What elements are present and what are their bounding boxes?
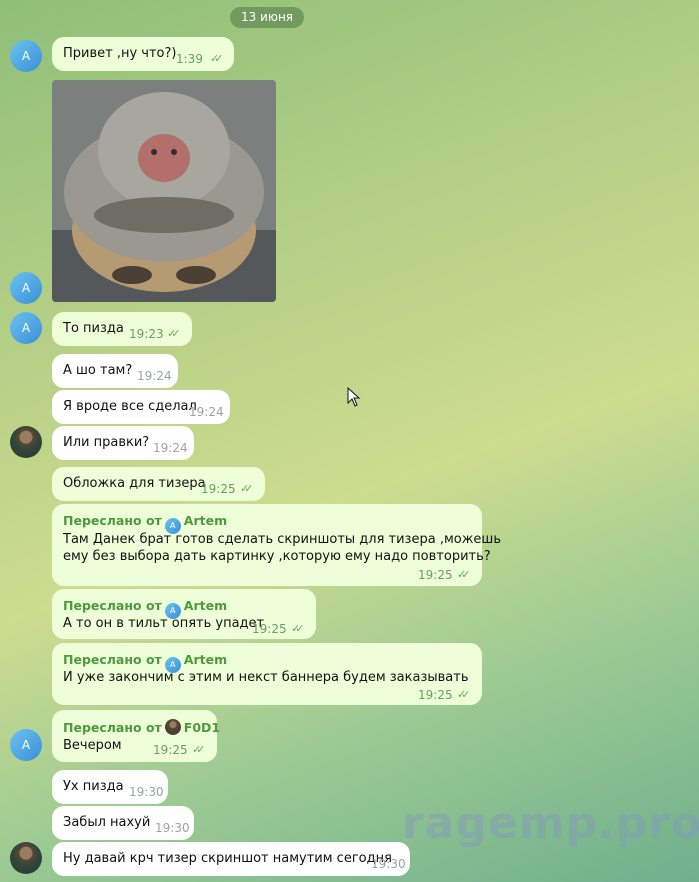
message-bubble[interactable]: Ух пизда 19:30 (52, 770, 168, 804)
message-bubble[interactable]: А шо там? 19:24 (52, 354, 178, 388)
message-text: Забыл нахуй (63, 815, 151, 830)
read-check-icon: ✓✓ (210, 52, 224, 65)
message-text: Я вроде все сделал (63, 399, 197, 414)
forwarded-label: Переслано от (63, 652, 162, 667)
forwarded-message-bubble[interactable]: Переслано от A Artem И уже закончим с этим… (52, 643, 482, 705)
message-text: Ух пизда (63, 779, 124, 794)
date-separator: 13 июня (230, 7, 304, 28)
read-check-icon: ✓✓ (457, 568, 471, 581)
avatar[interactable] (10, 426, 42, 458)
forwarded-avatar (164, 719, 181, 735)
message-time: 19:25 (418, 688, 453, 702)
forwarded-message-bubble[interactable]: Переслано от A Artem А то он в тильт опять… (52, 589, 316, 639)
forwarded-header[interactable]: Переслано от A Artem (63, 513, 227, 534)
read-check-icon: ✓✓ (291, 622, 305, 635)
message-text: Ну давай крч тизер скриншот намутим сего… (63, 851, 392, 866)
message-bubble[interactable]: Я вроде все сделал 19:24 (52, 390, 230, 424)
message-text: Обложка для тизера (63, 476, 206, 491)
avatar[interactable]: A (10, 272, 42, 304)
message-text: И уже закончим с этим и некст баннера бу… (63, 670, 469, 685)
message-time: 19:23 (129, 327, 164, 341)
message-text: Там Данек брат готов сделать скриншоты д… (63, 532, 501, 547)
message-time: 19:30 (155, 821, 190, 835)
message-bubble[interactable]: Обложка для тизера 19:25 ✓✓ (52, 467, 265, 501)
watermark: ragemp.pro (402, 798, 699, 849)
forwarded-header[interactable]: Переслано от F0D1 (63, 719, 220, 735)
monkey-photo (52, 80, 276, 302)
avatar[interactable]: A (10, 312, 42, 344)
read-check-icon: ✓✓ (167, 327, 181, 340)
message-text: Вечером (63, 738, 122, 753)
forwarded-name[interactable]: Artem (184, 513, 227, 528)
message-bubble[interactable]: Ну давай крч тизер скриншот намутим сего… (52, 842, 410, 876)
avatar[interactable]: A (10, 40, 42, 72)
forwarded-name[interactable]: Artem (184, 652, 227, 667)
message-bubble[interactable]: Привет ,ну что?) 1:39 ✓✓ (52, 37, 234, 71)
read-check-icon: ✓✓ (457, 688, 471, 701)
forwarded-name[interactable]: F0D1 (184, 720, 220, 735)
forwarded-name[interactable]: Artem (184, 598, 227, 613)
photo-message[interactable] (52, 80, 276, 302)
forwarded-message-bubble[interactable]: Переслано от A Artem Там Данек брат готов … (52, 504, 501, 586)
message-text: А шо там? (63, 363, 133, 378)
message-time: 19:25 (153, 743, 188, 757)
forwarded-label: Переслано от (63, 720, 162, 735)
message-time: 19:25 (252, 622, 287, 636)
message-text: То пизда (63, 321, 124, 336)
message-time: 19:25 (201, 482, 236, 496)
message-text: ему без выбора дать картинку ,которую ем… (63, 549, 491, 564)
message-bubble[interactable]: То пизда 19:23 ✓✓ (52, 312, 192, 346)
message-text: А то он в тильт опять упадет (63, 616, 265, 631)
read-check-icon: ✓✓ (192, 743, 206, 756)
message-time: 19:30 (371, 857, 406, 871)
read-check-icon: ✓✓ (240, 482, 254, 495)
message-time: 19:24 (137, 369, 172, 383)
message-text: Или правки? (63, 435, 150, 450)
avatar[interactable]: A (10, 729, 42, 761)
message-time: 19:24 (153, 441, 188, 455)
message-time: 1:39 (176, 52, 203, 66)
forwarded-label: Переслано от (63, 598, 162, 613)
message-time: 19:25 (418, 568, 453, 582)
message-bubble[interactable]: Забыл нахуй 19:30 (52, 806, 194, 840)
mouse-cursor-icon (347, 387, 361, 407)
message-time: 19:24 (189, 405, 224, 419)
message-bubble[interactable]: Или правки? 19:24 (52, 426, 194, 460)
message-time: 19:30 (129, 785, 164, 799)
avatar[interactable] (10, 842, 42, 874)
forwarded-label: Переслано от (63, 513, 162, 528)
message-text: Привет ,ну что?) (63, 46, 177, 61)
forwarded-message-bubble[interactable]: Переслано от F0D1 Вечером 19:25 ✓✓ (52, 710, 220, 762)
